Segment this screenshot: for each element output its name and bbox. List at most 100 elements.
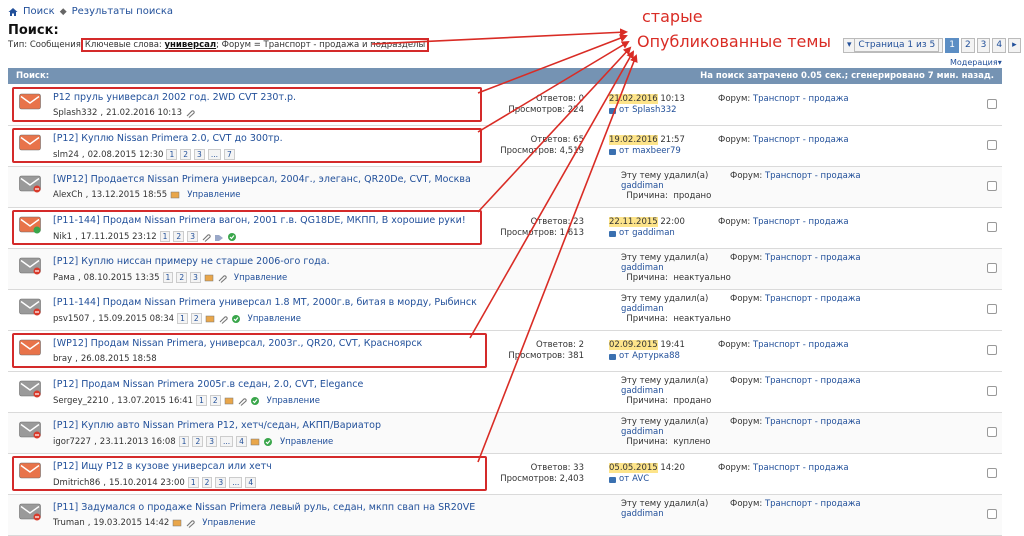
select-checkbox[interactable]	[987, 263, 997, 273]
topic-page-link[interactable]: 3	[206, 436, 218, 447]
forum-link[interactable]: Транспорт - продажа	[753, 135, 849, 145]
forum-link[interactable]: Транспорт - продажа	[765, 499, 861, 509]
topic-author[interactable]: Рама	[53, 273, 75, 283]
deleted-by-user[interactable]: gaddiman	[621, 263, 731, 273]
last-post-user[interactable]: AVC	[632, 474, 649, 485]
view-count: 224	[567, 105, 584, 115]
topic-author[interactable]: Truman	[53, 518, 85, 528]
topic-title-link[interactable]: [P12] Куплю ниссан примеру не старше 200…	[53, 256, 330, 267]
select-checkbox[interactable]	[987, 345, 997, 355]
topic-author[interactable]: AlexCh	[53, 190, 83, 200]
select-checkbox[interactable]	[987, 99, 997, 109]
forum-link[interactable]: Транспорт - продажа	[753, 94, 849, 104]
moderation-dropdown[interactable]: Модерация▾	[950, 58, 1002, 67]
last-post-icon[interactable]	[609, 230, 616, 237]
topic-page-link[interactable]: 4	[236, 436, 247, 447]
manage-link[interactable]: Управление	[248, 314, 301, 324]
topic-page-link[interactable]: 2	[190, 313, 202, 324]
breadcrumb-separator-icon: ◆	[59, 6, 67, 17]
reply-count: 23	[573, 217, 584, 227]
topic-page-link[interactable]: 1	[178, 436, 190, 447]
topic-stats: Ответов: 33 Просмотров: 2,403	[500, 463, 584, 484]
topic-author[interactable]: igor7227	[53, 437, 91, 447]
topic-title-link[interactable]: [P11] Задумался о продаже Nissan Primera…	[53, 502, 475, 513]
deleted-by-user[interactable]: gaddiman	[621, 509, 708, 519]
deletion-info: Эту тему удалил(а) gaddiman Причина: неак…	[621, 253, 731, 283]
topic-row[interactable]: [P12] Куплю авто Nissan Primera P12, хет…	[8, 413, 1002, 454]
page-2[interactable]: 2	[960, 38, 975, 53]
topic-author[interactable]: psv1507	[53, 314, 90, 324]
last-post-icon[interactable]	[609, 148, 616, 155]
forum-link[interactable]: Транспорт - продажа	[765, 417, 861, 427]
select-checkbox[interactable]	[987, 386, 997, 396]
forum-link[interactable]: Транспорт - продажа	[753, 217, 849, 227]
page-4[interactable]: 4	[992, 38, 1007, 53]
topic-row[interactable]: [P12] Продам Nissan Primera 2005г.в седа…	[8, 372, 1002, 413]
forum-link[interactable]: Транспорт - продажа	[765, 294, 861, 304]
topic-stats: Ответов: 0 Просмотров: 224	[508, 94, 584, 115]
forum-link[interactable]: Транспорт - продажа	[765, 376, 861, 386]
topic-row[interactable]: [WP12] Продам Nissan Primera, универсал,…	[8, 331, 1002, 372]
last-post-user[interactable]: Артурка88	[632, 351, 680, 362]
select-checkbox[interactable]	[987, 509, 997, 519]
last-post-icon[interactable]	[609, 476, 616, 483]
deleted-by-user[interactable]: gaddiman	[621, 181, 711, 191]
topic-page-link[interactable]: 2	[176, 272, 188, 283]
select-checkbox[interactable]	[987, 304, 997, 314]
last-post: 21.02.2016 10:13 от Splash332	[609, 94, 685, 116]
topic-author[interactable]: Sergey_2210	[53, 396, 109, 406]
last-post-icon[interactable]	[609, 353, 616, 360]
topic-page-link[interactable]: 1	[177, 313, 188, 324]
topic-row[interactable]: [WP12] Продается Nissan Primera универса…	[8, 167, 1002, 208]
topic-title-link[interactable]: [P12] Куплю авто Nissan Primera P12, хет…	[53, 420, 381, 431]
manage-link[interactable]: Управление	[280, 437, 333, 447]
select-checkbox[interactable]	[987, 427, 997, 437]
deleted-by-user[interactable]: gaddiman	[621, 427, 710, 437]
attachment-icon	[186, 520, 195, 528]
search-type-line: Тип: Сообщения Ключевые слова: универсал;…	[8, 38, 430, 52]
topic-page-link[interactable]: 1	[162, 272, 174, 283]
forum-link[interactable]: Транспорт - продажа	[753, 340, 849, 350]
topic-title-link[interactable]: [WP12] Продается Nissan Primera универса…	[53, 174, 471, 185]
manage-link[interactable]: Управление	[267, 396, 320, 406]
topic-title-link[interactable]: [P11-144] Продам Nissan Primera универса…	[53, 297, 477, 308]
page-3[interactable]: 3	[976, 38, 991, 53]
last-post-user[interactable]: gaddiman	[632, 228, 675, 239]
topic-row[interactable]: [P12] Куплю ниссан примеру не старше 200…	[8, 249, 1002, 290]
last-post-user[interactable]: Splash332	[632, 105, 676, 116]
topic-row[interactable]: [P11-144] Продам Nissan Primera универса…	[8, 290, 1002, 331]
forum-link[interactable]: Транспорт - продажа	[765, 253, 861, 263]
manage-link[interactable]: Управление	[187, 190, 240, 200]
pagination-label[interactable]: ▾ Страница 1 из 5	[843, 38, 944, 53]
topic-page-link[interactable]: 2	[192, 436, 204, 447]
forum-link[interactable]: Транспорт - продажа	[753, 463, 849, 473]
deleted-by-user[interactable]: gaddiman	[621, 304, 731, 314]
next-page-button[interactable]: ▸	[1008, 38, 1021, 53]
topic-row[interactable]: [P12] Куплю Nissan Primera 2.0, CVT до 3…	[8, 126, 1002, 167]
topic-row[interactable]: [P12] Ищу P12 в кузове универсал или хет…	[8, 454, 1002, 495]
forum-link[interactable]: Транспорт - продажа	[765, 171, 861, 181]
breadcrumb-current[interactable]: Результаты поиска	[72, 6, 173, 17]
page-1[interactable]: 1	[945, 38, 959, 53]
topic-page-link[interactable]: 1	[196, 395, 207, 406]
topic-row[interactable]: [P11] Задумался о продаже Nissan Primera…	[8, 495, 1002, 536]
topic-page-link[interactable]: 2	[209, 395, 221, 406]
topic-row[interactable]: P12 пруль универсал 2002 год. 2WD CVT 23…	[8, 85, 1002, 126]
breadcrumb-home[interactable]: Поиск	[23, 6, 55, 17]
select-checkbox[interactable]	[987, 222, 997, 232]
select-checkbox[interactable]	[987, 181, 997, 191]
topic-row[interactable]: [P11-144] Продам Nissan Primera вагон, 2…	[8, 208, 1002, 249]
last-post-icon[interactable]	[609, 107, 616, 114]
topic-title-link[interactable]: [P12] Продам Nissan Primera 2005г.в седа…	[53, 379, 363, 390]
deleted-by-user[interactable]: gaddiman	[621, 386, 711, 396]
select-checkbox[interactable]	[987, 140, 997, 150]
select-checkbox[interactable]	[987, 468, 997, 478]
home-icon[interactable]	[8, 7, 18, 17]
topic-page-link[interactable]: ...	[220, 436, 234, 447]
manage-link[interactable]: Управление	[234, 273, 287, 283]
topic-page-link[interactable]: 3	[190, 272, 201, 283]
manage-link[interactable]: Управление	[202, 518, 255, 528]
attachment-icon	[238, 397, 247, 406]
search-keyword[interactable]: универсал	[164, 40, 216, 50]
last-post-user[interactable]: maxbeer79	[632, 146, 681, 157]
